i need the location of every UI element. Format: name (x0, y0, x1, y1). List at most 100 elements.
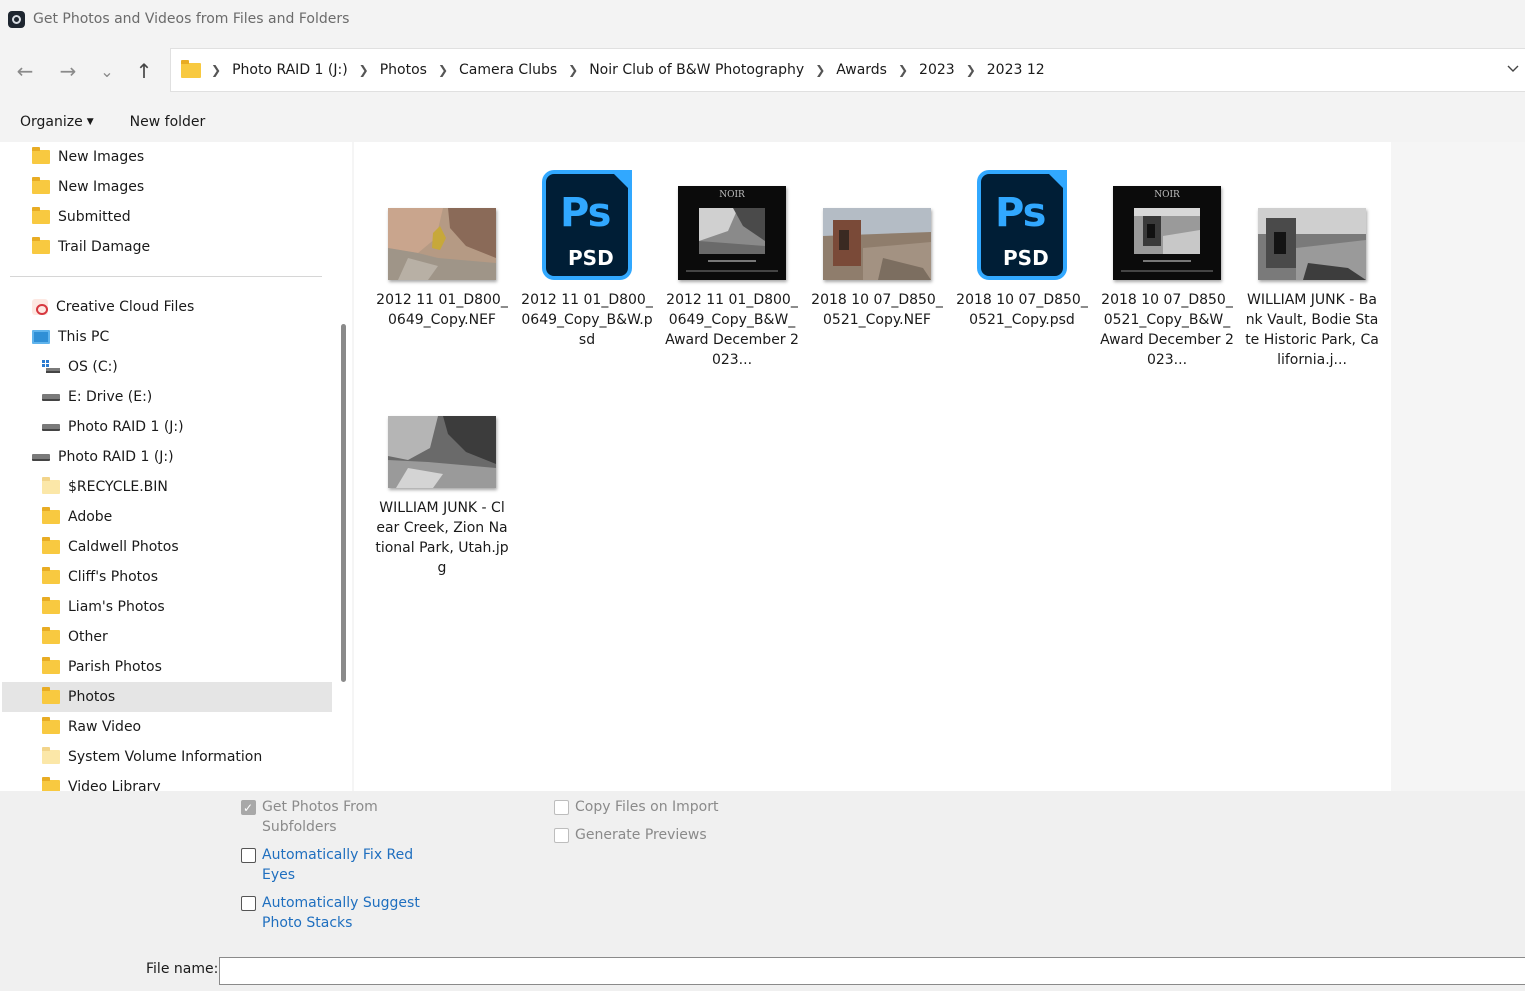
copy-files-on-import-checkbox[interactable]: Copy Files on Import (554, 797, 754, 817)
file-name: 2012 11 01_D800_0649_Copy_B&W.psd (521, 292, 653, 348)
option-label: Automatically Suggest Photo Stacks (262, 895, 420, 931)
breadcrumb-item[interactable]: Noir Club of B&W Photography (589, 62, 804, 78)
ps-icon-text: Ps (995, 190, 1046, 236)
sidebar-item-trail-damage[interactable]: Trail Damage (32, 232, 150, 262)
sidebar-item-recycle-bin[interactable]: $RECYCLE.BIN (42, 472, 168, 502)
sidebar-item-label: Video Library (68, 779, 161, 791)
psd-icon-text: PSD (1003, 246, 1049, 270)
up-arrow-icon: ↑ (135, 59, 153, 83)
generate-previews-checkbox[interactable]: Generate Previews (554, 825, 754, 845)
sidebar-item-raw-video[interactable]: Raw Video (42, 712, 141, 742)
new-folder-button[interactable]: New folder (130, 114, 206, 130)
sidebar-item-liams-photos[interactable]: Liam's Photos (42, 592, 165, 622)
sidebar-item-cliffs-photos[interactable]: Cliff's Photos (42, 562, 158, 592)
breadcrumb-item[interactable]: Awards (836, 62, 887, 78)
caret-down-icon: ▼ (86, 117, 94, 127)
creative-cloud-icon (32, 299, 48, 315)
award-thumbnail: NOIR (1113, 186, 1221, 280)
breadcrumb-item[interactable]: Photo RAID 1 (J:) (232, 62, 348, 78)
chevron-right-icon: ❯ (437, 63, 449, 77)
folder-icon (42, 537, 60, 554)
checkbox[interactable] (554, 828, 569, 843)
sidebar-item-label: System Volume Information (68, 749, 263, 765)
breadcrumb-item[interactable]: Camera Clubs (459, 62, 557, 78)
sidebar-item-new-images[interactable]: New Images (32, 172, 144, 202)
file-name: 2018 10 07_D850_0521_Copy.psd (956, 292, 1088, 328)
file-item[interactable]: WILLIAM JUNK - Clear Creek, Zion Nationa… (375, 364, 509, 578)
sidebar-item-photo-raid-root[interactable]: Photo RAID 1 (J:) (32, 442, 174, 472)
organize-menu-button[interactable]: Organize ▼ (20, 114, 94, 130)
photo-thumbnail (823, 208, 931, 280)
drive-icon (32, 453, 50, 461)
sidebar-item-submitted[interactable]: Submitted (32, 202, 131, 232)
sidebar-item-label: Liam's Photos (68, 599, 165, 615)
get-photos-from-subfolders-checkbox[interactable]: Get Photos From Subfolders (241, 797, 421, 837)
sidebar-item-photos[interactable]: Photos (2, 682, 332, 712)
file-item[interactable]: NOIR 2012 11 01_D800_0649_Copy_B&W_Award… (665, 156, 799, 370)
file-item[interactable]: 2018 10 07_D850_0521_Copy.NEF (810, 156, 944, 330)
award-logo-text: NOIR (719, 190, 745, 200)
file-item[interactable]: Ps PSD 2018 10 07_D850_0521_Copy.psd (955, 156, 1089, 330)
sidebar-item-label: Photo RAID 1 (J:) (58, 449, 174, 465)
sidebar-item-os-c[interactable]: OS (C:) (42, 352, 118, 382)
address-history-chevron-icon[interactable] (1506, 61, 1524, 79)
sidebar-item-label: Raw Video (68, 719, 142, 735)
sidebar-item-label: Cliff's Photos (68, 569, 159, 585)
file-item[interactable]: WILLIAM JUNK - Bank Vault, Bodie State H… (1245, 156, 1379, 370)
checkbox[interactable] (554, 800, 569, 815)
filename-input[interactable] (219, 957, 1525, 985)
sidebar-item-this-pc[interactable]: This PC (32, 322, 109, 352)
checkbox[interactable] (241, 848, 256, 863)
file-list-pane: 2012 11 01_D800_0649_Copy.NEF Ps PSD 201… (352, 142, 1525, 791)
windows-drive-icon (42, 360, 60, 374)
filename-label: File name: (146, 961, 219, 977)
checkbox-checked[interactable] (241, 798, 256, 818)
sidebar-item-photo-raid[interactable]: Photo RAID 1 (J:) (42, 412, 184, 442)
file-item[interactable]: NOIR 2018 10 07_D850_0521_Copy_B&W_Award… (1100, 156, 1234, 370)
recent-locations-button[interactable]: ⌄ (94, 58, 120, 84)
sidebar-item-other[interactable]: Other (42, 622, 108, 652)
sidebar-item-label: Caldwell Photos (68, 539, 179, 555)
breadcrumb-item[interactable]: 2023 12 (987, 62, 1045, 78)
sidebar-item-e-drive[interactable]: E: Drive (E:) (42, 382, 152, 412)
folder-icon (42, 477, 60, 494)
sidebar-item-parish-photos[interactable]: Parish Photos (42, 652, 162, 682)
sidebar-item-creative-cloud[interactable]: Creative Cloud Files (32, 292, 194, 322)
file-name: 2012 11 01_D800_0649_Copy_B&W_Award Dece… (665, 292, 799, 368)
sidebar-item-label: This PC (58, 329, 110, 345)
file-name: WILLIAM JUNK - Clear Creek, Zion Nationa… (375, 500, 509, 576)
file-item[interactable]: 2012 11 01_D800_0649_Copy.NEF (375, 156, 509, 330)
photoshop-psd-icon: Ps PSD (977, 170, 1067, 280)
sidebar-item-label: Photos (68, 689, 116, 705)
folder-icon (32, 237, 50, 254)
breadcrumb-item[interactable]: Photos (380, 62, 427, 78)
back-button[interactable]: ← (12, 58, 38, 84)
chevron-right-icon: ❯ (897, 63, 909, 77)
navigation-bar: ← → ⌄ ↑ ❯ Photo RAID 1 (J:) ❯ Photos ❯ C… (0, 38, 1525, 102)
sidebar-item-label: Adobe (68, 509, 113, 525)
breadcrumb-item[interactable]: 2023 (919, 62, 955, 78)
option-label: Get Photos From Subfolders (262, 799, 378, 835)
sidebar-item-video-library[interactable]: Video Library (42, 772, 161, 791)
sidebar-item-adobe[interactable]: Adobe (42, 502, 112, 532)
sidebar-item-caldwell-photos[interactable]: Caldwell Photos (42, 532, 179, 562)
folder-icon (42, 717, 60, 734)
sidebar-item-new-images[interactable]: New Images (32, 142, 144, 172)
photo-thumbnail (1258, 208, 1366, 280)
auto-suggest-photo-stacks-checkbox[interactable]: Automatically Suggest Photo Stacks (241, 893, 431, 933)
sidebar-item-label: New Images (58, 179, 145, 195)
file-name: 2018 10 07_D850_0521_Copy_B&W_Award Dece… (1100, 292, 1234, 368)
drive-icon (42, 423, 60, 431)
chevron-right-icon: ❯ (815, 63, 826, 77)
file-item[interactable]: Ps PSD 2012 11 01_D800_0649_Copy_B&W.psd (520, 156, 654, 350)
window-title: Get Photos and Videos from Files and Fol… (33, 11, 350, 27)
address-bar[interactable]: ❯ Photo RAID 1 (J:) ❯ Photos ❯ Camera Cl… (170, 48, 1525, 92)
photo-thumbnail (388, 208, 496, 280)
forward-button[interactable]: → (55, 58, 81, 84)
sidebar-item-system-volume-information[interactable]: System Volume Information (42, 742, 262, 772)
checkbox[interactable] (241, 896, 256, 911)
sidebar-item-label: $RECYCLE.BIN (68, 479, 168, 495)
sidebar-scrollbar-thumb[interactable] (341, 324, 346, 682)
up-button[interactable]: ↑ (131, 58, 157, 84)
auto-fix-red-eyes-checkbox[interactable]: Automatically Fix Red Eyes (241, 845, 421, 885)
